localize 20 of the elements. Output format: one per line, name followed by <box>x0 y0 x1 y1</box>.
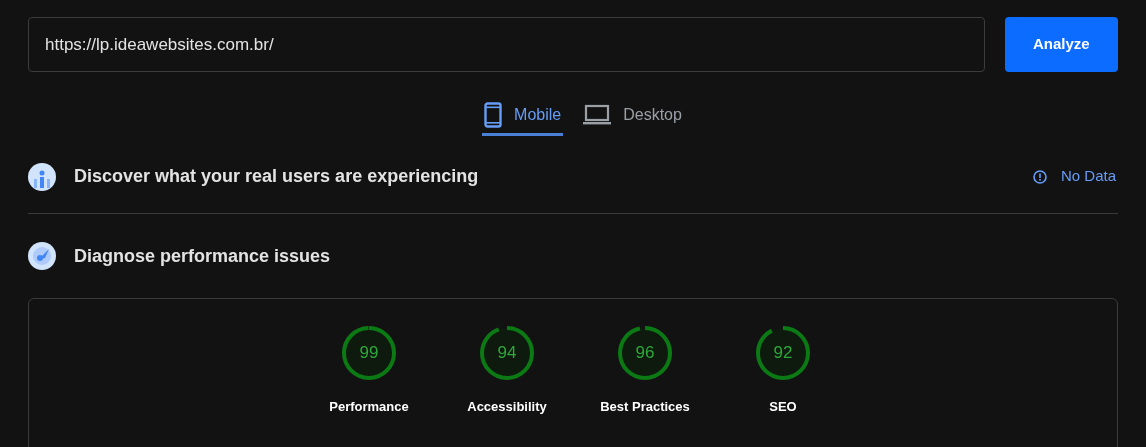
analyze-button[interactable]: Analyze <box>1004 17 1118 72</box>
score-gauge: 99 <box>341 325 397 381</box>
score-label: SEO <box>769 398 797 416</box>
info-icon <box>1032 169 1047 184</box>
score-label: Best Practices <box>600 398 690 416</box>
device-tab[interactable]: Mobile <box>482 96 564 136</box>
url-field[interactable]: https://lp.ideawebsites.com.br/ <box>28 17 985 72</box>
score-label: Performance <box>329 398 409 416</box>
phone-icon <box>484 101 503 128</box>
gauge-icon <box>28 242 56 270</box>
score-gauge: 96 <box>617 325 673 381</box>
laptop-icon <box>583 103 612 126</box>
section-title: Discover what your real users are experiencing <box>74 165 479 188</box>
score-gauge: 94 <box>479 325 535 381</box>
score-gauge: 92 <box>755 325 811 381</box>
no-data-status: No Data <box>1060 166 1116 187</box>
section-title: Diagnose performance issues <box>74 244 331 268</box>
device-tab[interactable]: Desktop <box>581 96 684 136</box>
score-label: Accessibility <box>467 398 547 416</box>
users-icon <box>28 162 56 191</box>
